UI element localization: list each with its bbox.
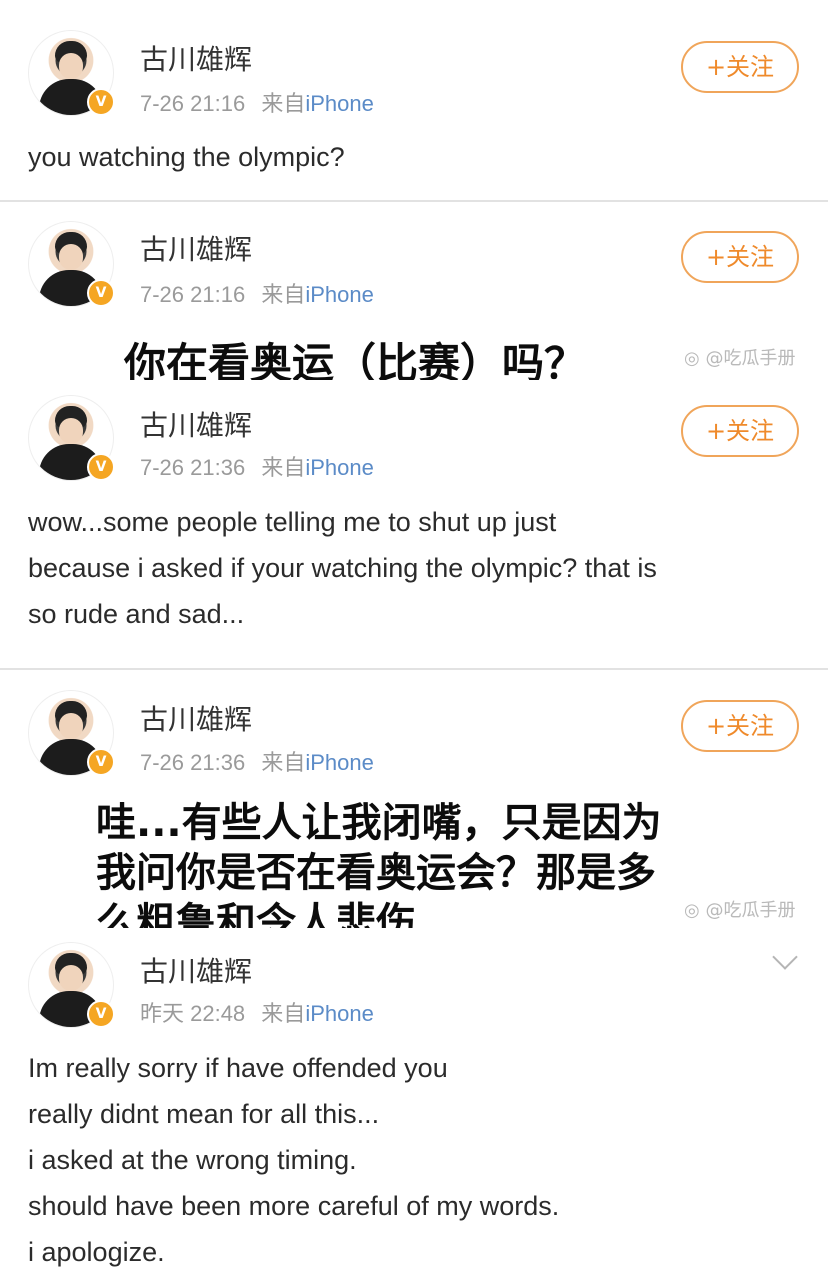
- post-1: V 古川雄辉 7-26 21:16 来自iPhone +关注 you watch…: [0, 0, 828, 200]
- post-5: V 古川雄辉 昨天 22:48 来自iPhone Im really sorry…: [0, 928, 828, 1272]
- post-text-line: Im really sorry if have offended you: [28, 1053, 448, 1083]
- username[interactable]: 古川雄辉: [140, 404, 252, 444]
- post-meta: 7-26 21:36 来自iPhone: [140, 745, 374, 777]
- verified-badge-icon: V: [87, 1000, 115, 1028]
- follow-button[interactable]: +关注: [681, 405, 799, 457]
- source-prefix: 来自: [261, 282, 306, 307]
- post-text-line: wow...some people telling me to shut up …: [28, 507, 557, 537]
- username[interactable]: 古川雄辉: [140, 698, 252, 738]
- post-3: V 古川雄辉 7-26 21:36 来自iPhone +关注 wow...som…: [0, 380, 828, 668]
- verified-badge-icon: V: [87, 453, 115, 481]
- post-text-line: because i asked if your watching the oly…: [28, 553, 657, 583]
- source-link[interactable]: iPhone: [305, 1001, 374, 1026]
- username[interactable]: 古川雄辉: [140, 38, 252, 78]
- post-meta: 7-26 21:16 来自iPhone: [140, 277, 374, 309]
- source-prefix: 来自: [261, 750, 306, 775]
- source-prefix: 来自: [261, 91, 306, 116]
- watermark-text: @吃瓜手册: [705, 348, 796, 369]
- post-time: 7-26 21:36: [140, 455, 246, 480]
- follow-button[interactable]: +关注: [681, 231, 799, 283]
- post-text-line: i asked at the wrong timing.: [28, 1145, 357, 1175]
- post-text-line: you watching the olympic?: [28, 142, 345, 172]
- caption-line: 我问你是否在看奥运会？那是多: [96, 850, 656, 896]
- chevron-down-icon[interactable]: [772, 944, 798, 970]
- source-prefix: 来自: [261, 1001, 306, 1026]
- watermark: ◎ @吃瓜手册: [684, 344, 795, 370]
- post-time: 7-26 21:36: [140, 750, 246, 775]
- username[interactable]: 古川雄辉: [140, 228, 252, 268]
- caption-line: 么粗鲁和令人悲伤……: [96, 900, 496, 928]
- post-text-line: so rude and sad...: [28, 599, 245, 629]
- translation-caption: 哇...有些人让我闭嘴，只是因为 我问你是否在看奥运会？那是多 么粗鲁和令人悲伤…: [96, 798, 662, 928]
- post-time: 7-26 21:16: [140, 282, 246, 307]
- post-meta: 7-26 21:36 来自iPhone: [140, 450, 374, 482]
- watermark-text: @吃瓜手册: [705, 900, 796, 921]
- weibo-logo-icon: ◎: [684, 348, 700, 369]
- post-time: 昨天 22:48: [140, 1001, 246, 1026]
- verified-badge-icon: V: [87, 748, 115, 776]
- source-link[interactable]: iPhone: [305, 750, 374, 775]
- post-meta: 昨天 22:48 来自iPhone: [140, 996, 374, 1028]
- follow-button[interactable]: +关注: [681, 41, 799, 93]
- post-2: V 古川雄辉 7-26 21:16 来自iPhone +关注 你在看奥运（比赛）…: [0, 202, 828, 388]
- source-prefix: 来自: [261, 455, 306, 480]
- post-time: 7-26 21:16: [140, 91, 246, 116]
- watermark: ◎ @吃瓜手册: [684, 896, 795, 922]
- caption-line: 哇...有些人让我闭嘴，只是因为: [96, 800, 662, 846]
- source-link[interactable]: iPhone: [305, 91, 374, 116]
- post-text-line: should have been more careful of my word…: [28, 1191, 560, 1221]
- post-text-line: i apologize.: [28, 1237, 165, 1267]
- post-4: V 古川雄辉 7-26 21:36 来自iPhone +关注 哇...有些人让我…: [0, 670, 828, 928]
- post-meta: 7-26 21:16 来自iPhone: [140, 86, 374, 118]
- weibo-logo-icon: ◎: [684, 900, 700, 921]
- follow-button[interactable]: +关注: [681, 700, 799, 752]
- username[interactable]: 古川雄辉: [140, 950, 252, 990]
- source-link[interactable]: iPhone: [305, 282, 374, 307]
- post-text-line: really didnt mean for all this...: [28, 1099, 380, 1129]
- verified-badge-icon: V: [87, 88, 115, 116]
- source-link[interactable]: iPhone: [305, 455, 374, 480]
- verified-badge-icon: V: [87, 279, 115, 307]
